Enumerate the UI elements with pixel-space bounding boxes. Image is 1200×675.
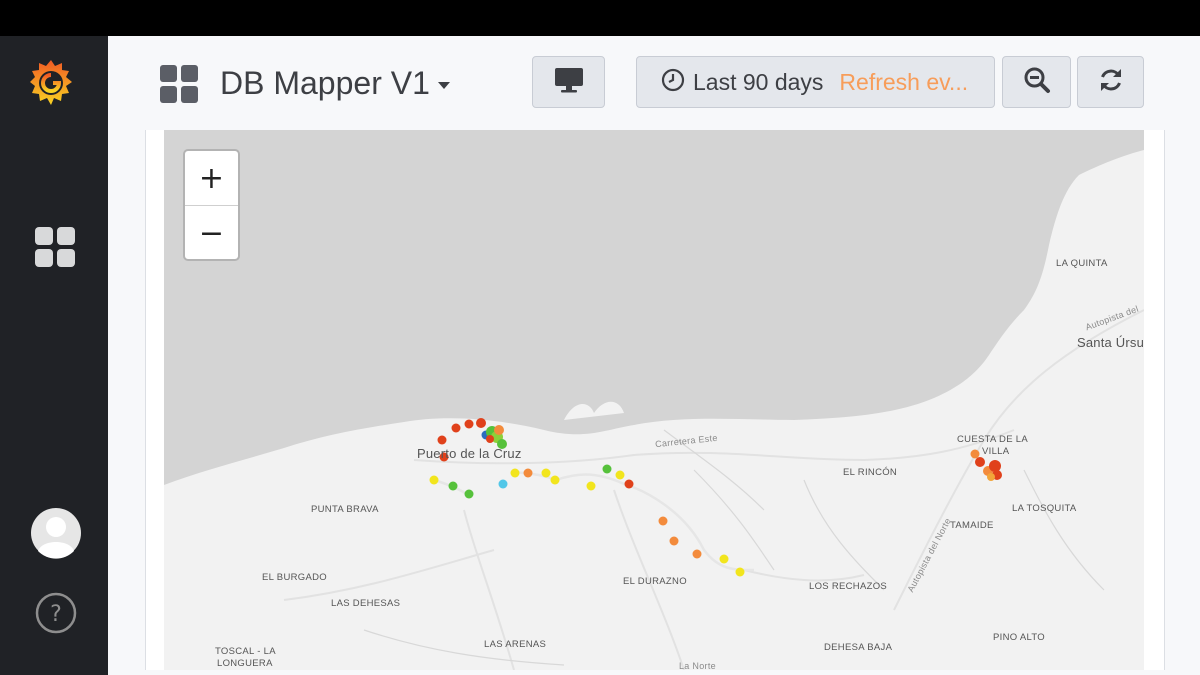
place-label: Puerto de la Cruz: [417, 446, 522, 461]
map-marker: [541, 468, 551, 478]
map-marker: [476, 418, 486, 428]
place-label: LOS RECHAZOS: [809, 581, 888, 592]
map-marker: [464, 489, 474, 499]
sidebar: [0, 36, 108, 675]
place-label: EL RINCÓN: [843, 467, 898, 478]
map-zoom-control: + −: [183, 149, 240, 261]
map-marker: [510, 468, 520, 478]
place-label: TAMAIDE: [950, 520, 994, 531]
place-label: LAS ARENAS: [484, 639, 547, 650]
place-label: LA QUINTA: [1056, 258, 1108, 269]
place-label: TOSCAL - LA: [215, 646, 276, 657]
map-marker: [989, 460, 1001, 472]
place-label: Santa Úrsu: [1077, 335, 1144, 350]
svg-text:?: ?: [50, 602, 62, 627]
help-icon[interactable]: ?: [35, 592, 77, 634]
map-marker: [719, 554, 729, 564]
place-label: EL DURAZNO: [623, 576, 687, 587]
refresh-interval-label: Refresh ev...: [839, 68, 969, 95]
map-marker: [735, 567, 745, 577]
map-marker: [451, 423, 461, 433]
refresh-icon: [1097, 66, 1125, 99]
map-marker: [669, 536, 679, 546]
map-canvas[interactable]: LA QUINTA Autopista del Santa Úrsu CUEST…: [164, 130, 1144, 670]
map-marker: [523, 468, 533, 478]
place-label: LA TOSQUITA: [1012, 503, 1077, 514]
grafana-logo-icon[interactable]: [24, 56, 78, 110]
map-marker: [602, 464, 612, 474]
place-label: DEHESA BAJA: [824, 642, 893, 653]
place-label: EL BURGADO: [262, 572, 327, 583]
zoom-out-icon: [1023, 66, 1051, 99]
map-marker: [975, 457, 985, 467]
map-marker: [429, 475, 439, 485]
place-label: LONGUERA: [217, 658, 273, 669]
map-marker: [615, 470, 625, 480]
chevron-down-icon[interactable]: [438, 82, 450, 89]
zoom-out-button[interactable]: [1002, 56, 1071, 108]
place-label: PINO ALTO: [993, 632, 1045, 643]
clock-icon: [661, 68, 685, 97]
tv-icon: [554, 67, 584, 98]
dashboard-title[interactable]: DB Mapper V1: [220, 62, 430, 104]
map-marker: [624, 479, 634, 489]
refresh-button[interactable]: [1077, 56, 1144, 108]
place-label: PUNTA BRAVA: [311, 504, 379, 515]
place-label: VILLA: [982, 446, 1010, 457]
time-range-picker[interactable]: Last 90 days Refresh ev...: [636, 56, 995, 108]
user-avatar-icon[interactable]: [30, 507, 82, 559]
dashboard-grid-icon: [160, 65, 198, 103]
map-layer: [164, 150, 1144, 670]
map-zoom-in-button[interactable]: +: [185, 151, 238, 206]
view-mode-button[interactable]: [532, 56, 605, 108]
map-marker: [987, 473, 995, 481]
map-marker: [658, 516, 668, 526]
map-marker: [970, 449, 980, 459]
top-status-bar: [0, 0, 1200, 36]
map-marker: [586, 481, 596, 491]
map-marker: [464, 419, 474, 429]
map-marker: [486, 435, 494, 443]
map-zoom-out-button[interactable]: −: [185, 206, 238, 260]
place-label: CUESTA DE LA: [957, 434, 1028, 445]
map-marker: [498, 479, 508, 489]
map-marker: [692, 549, 702, 559]
coast-detail: [564, 401, 624, 420]
road-label: La Norte: [679, 661, 716, 670]
dashboards-icon[interactable]: [34, 226, 76, 268]
map-marker: [437, 435, 447, 445]
map-marker: [550, 475, 560, 485]
map-marker: [448, 481, 458, 491]
map-marker: [494, 425, 504, 435]
time-range-label: Last 90 days: [693, 68, 824, 95]
place-label: LAS DEHESAS: [331, 598, 401, 609]
